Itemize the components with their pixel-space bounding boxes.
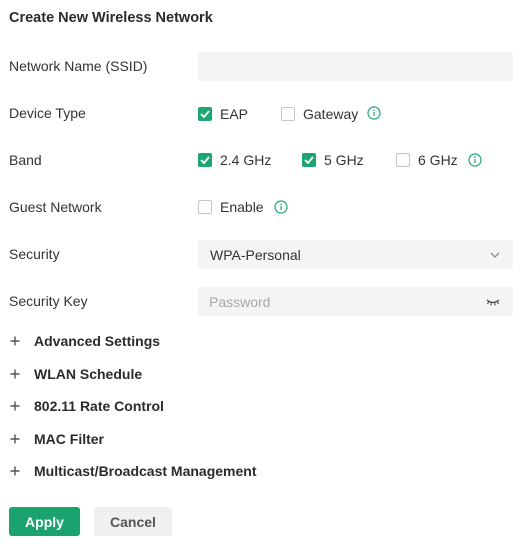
security-select[interactable]: WPA-Personal: [198, 240, 513, 269]
ssid-label: Network Name (SSID): [9, 58, 148, 74]
eye-closed-icon[interactable]: [485, 294, 501, 308]
apply-button[interactable]: Apply: [9, 507, 80, 536]
checkbox-unchecked-icon: [396, 153, 410, 167]
security-selected-value: WPA-Personal: [210, 246, 301, 263]
section-mac-filter[interactable]: MAC Filter: [9, 431, 104, 447]
device-type-label: Device Type: [9, 105, 86, 121]
guest-network-enable-checkbox[interactable]: Enable: [198, 199, 264, 215]
security-label: Security: [9, 246, 60, 262]
section-rate-control[interactable]: 802.11 Rate Control: [9, 398, 164, 414]
band-5ghz-label: 5 GHz: [324, 152, 364, 168]
band-5ghz-checkbox[interactable]: 5 GHz: [302, 152, 364, 168]
info-circle-icon[interactable]: [468, 153, 482, 167]
plus-icon: [9, 433, 21, 445]
cancel-button[interactable]: Cancel: [94, 507, 172, 536]
security-key-input[interactable]: [198, 287, 513, 316]
band-6ghz-checkbox[interactable]: 6 GHz: [396, 152, 458, 168]
checkbox-checked-icon: [198, 107, 212, 121]
info-circle-icon[interactable]: [274, 200, 288, 214]
device-type-gateway-label: Gateway: [303, 106, 359, 122]
checkbox-unchecked-icon: [198, 200, 212, 214]
section-wlan-schedule[interactable]: WLAN Schedule: [9, 366, 142, 382]
device-type-eap-label: EAP: [220, 106, 249, 122]
guest-network-enable-label: Enable: [220, 199, 264, 215]
section-label: Multicast/Broadcast Management: [34, 463, 257, 479]
band-2-4ghz-label: 2.4 GHz: [220, 152, 272, 168]
checkbox-checked-icon: [198, 153, 212, 167]
chevron-down-icon: [489, 251, 501, 259]
plus-icon: [9, 335, 21, 347]
plus-icon: [9, 400, 21, 412]
section-advanced-settings[interactable]: Advanced Settings: [9, 333, 160, 349]
create-wireless-network-form: Create New Wireless Network Network Name…: [0, 0, 523, 552]
section-label: MAC Filter: [34, 431, 104, 447]
security-key-label: Security Key: [9, 293, 88, 309]
checkbox-unchecked-icon: [281, 107, 295, 121]
ssid-input[interactable]: [198, 52, 513, 81]
section-multicast-broadcast[interactable]: Multicast/Broadcast Management: [9, 463, 257, 479]
section-label: WLAN Schedule: [34, 366, 143, 382]
checkbox-checked-icon: [302, 153, 316, 167]
band-6ghz-label: 6 GHz: [418, 152, 458, 168]
info-circle-icon[interactable]: [367, 106, 381, 120]
section-label: 802.11 Rate Control: [34, 398, 164, 414]
band-label: Band: [9, 152, 42, 168]
plus-icon: [9, 465, 21, 477]
page-title: Create New Wireless Network: [9, 10, 213, 26]
plus-icon: [9, 368, 21, 380]
section-label: Advanced Settings: [34, 333, 161, 349]
device-type-eap-checkbox[interactable]: EAP: [198, 106, 248, 122]
device-type-gateway-checkbox[interactable]: Gateway: [281, 106, 358, 122]
band-2-4ghz-checkbox[interactable]: 2.4 GHz: [198, 152, 271, 168]
guest-network-label: Guest Network: [9, 199, 102, 215]
